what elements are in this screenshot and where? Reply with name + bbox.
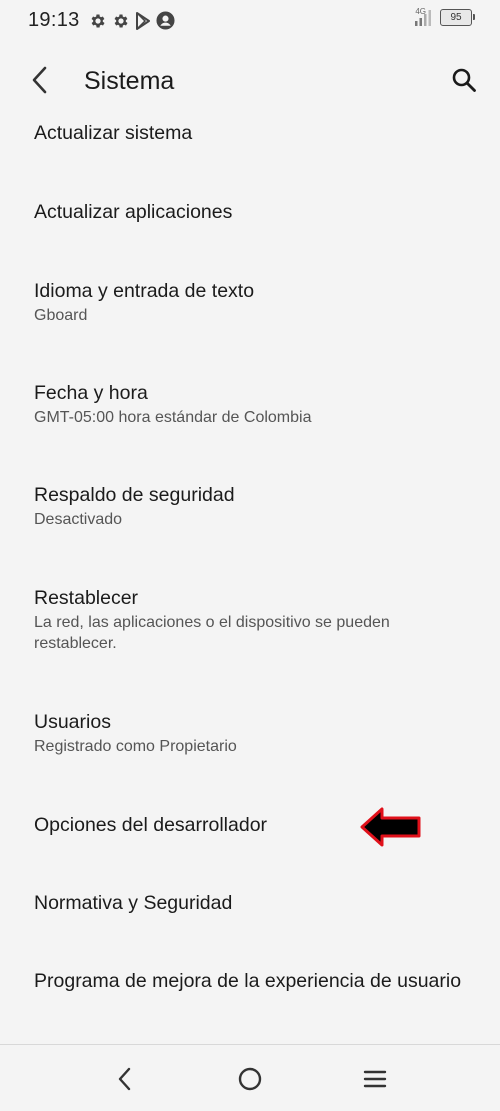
- account-icon: [156, 11, 175, 30]
- setting-title: Programa de mejora de la experiencia de …: [34, 970, 462, 992]
- setting-title: Usuarios: [34, 711, 111, 733]
- battery-level: 95: [450, 12, 462, 23]
- setting-respaldo[interactable]: Respaldo de seguridad Desactivado: [34, 483, 474, 530]
- setting-title: Normativa y Seguridad: [34, 892, 233, 914]
- setting-title: Idioma y entrada de texto: [34, 280, 255, 302]
- nav-back-button[interactable]: [109, 1063, 141, 1095]
- status-notification-icons: [89, 11, 175, 30]
- setting-subtitle: La red, las aplicaciones o el dispositiv…: [34, 614, 390, 652]
- status-bar: 19:13 4G 95: [0, 0, 500, 44]
- settings-icon: [114, 13, 128, 28]
- setting-title: Actualizar sistema: [34, 122, 193, 144]
- setting-usuarios[interactable]: Usuarios Registrado como Propietario: [34, 710, 474, 757]
- setting-title: Respaldo de seguridad: [34, 484, 235, 506]
- search-button[interactable]: [446, 62, 482, 98]
- setting-programa-mejora[interactable]: Programa de mejora de la experiencia de …: [34, 969, 474, 993]
- search-icon: [452, 68, 476, 92]
- signal-icon: [415, 10, 431, 26]
- nav-menu-button[interactable]: [359, 1063, 391, 1095]
- play-store-icon: [136, 11, 150, 30]
- setting-title: Fecha y hora: [34, 382, 148, 404]
- setting-subtitle: Registrado como Propietario: [34, 738, 237, 755]
- nav-home-icon: [238, 1067, 262, 1091]
- status-time: 19:13: [28, 9, 80, 31]
- setting-actualizar-aplicaciones[interactable]: Actualizar aplicaciones: [34, 200, 474, 224]
- setting-normativa[interactable]: Normativa y Seguridad: [34, 891, 474, 915]
- setting-title: Restablecer: [34, 587, 139, 609]
- setting-restablecer[interactable]: Restablecer La red, las aplicaciones o e…: [34, 586, 474, 654]
- setting-subtitle: Gboard: [34, 307, 88, 324]
- setting-subtitle: GMT-05:00 hora estándar de Colombia: [34, 409, 312, 426]
- page-title: Sistema: [84, 67, 175, 95]
- nav-menu-icon: [363, 1070, 387, 1088]
- back-arrow-icon: [32, 66, 47, 94]
- settings-icon: [91, 13, 105, 28]
- left-arrow-icon: [360, 807, 421, 847]
- setting-title: Actualizar aplicaciones: [34, 201, 233, 223]
- nav-home-button[interactable]: [234, 1063, 266, 1095]
- setting-actualizar-sistema[interactable]: Actualizar sistema: [34, 121, 474, 145]
- nav-back-icon: [118, 1067, 131, 1091]
- back-button[interactable]: [22, 62, 58, 98]
- battery-icon: 95: [440, 9, 475, 26]
- setting-fecha-hora[interactable]: Fecha y hora GMT-05:00 hora estándar de …: [34, 381, 474, 428]
- app-header: Sistema: [0, 52, 500, 112]
- setting-subtitle: Desactivado: [34, 511, 123, 528]
- screen: 19:13 4G 95 Sistema Actualizar sistema A…: [0, 0, 500, 1111]
- navigation-bar: [0, 1044, 500, 1111]
- status-system-icons: 95: [414, 9, 475, 26]
- setting-idioma[interactable]: Idioma y entrada de texto Gboard: [34, 279, 474, 326]
